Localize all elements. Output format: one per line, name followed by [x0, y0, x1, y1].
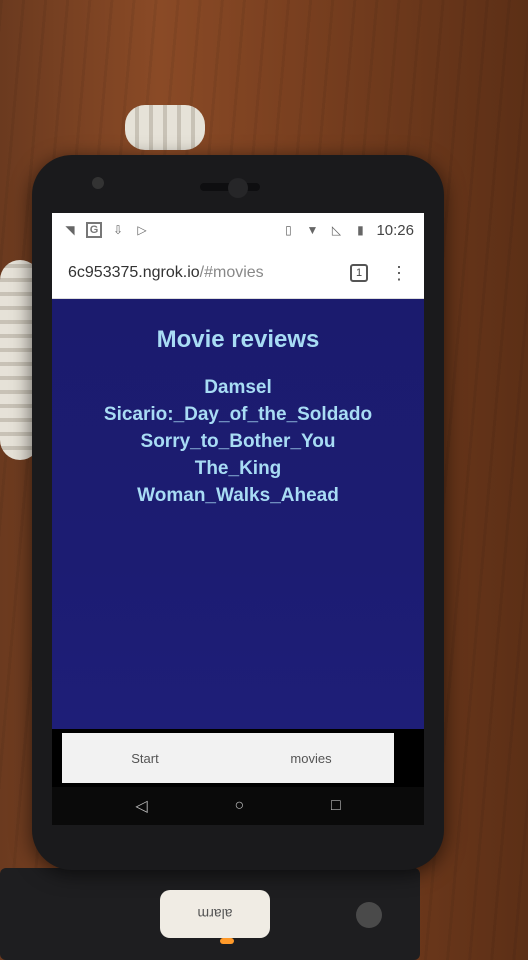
movie-list: Damsel Sicario:_Day_of_the_Soldado Sorry… [52, 374, 424, 509]
status-right-icons: ▯ ▼ ◺ ▮ 10:26 [280, 222, 414, 239]
play-store-icon: ▷ [137, 223, 147, 237]
nav-movies-button[interactable]: movies [228, 751, 394, 766]
phone-sensor [92, 177, 104, 189]
page-title: Movie reviews [156, 326, 320, 353]
recents-icon[interactable]: □ [331, 797, 341, 815]
download-icon: ⇩ [112, 223, 124, 237]
browser-menu-icon[interactable]: ⋮ [390, 264, 408, 282]
coiled-cable-top [125, 105, 205, 150]
status-left-icons: ◥ G ⇩ ▷ [62, 222, 150, 238]
page-content: Movie reviews Damsel Sicario:_Day_of_the… [52, 299, 424, 729]
vibrate-icon: ▯ [285, 223, 292, 237]
tab-switcher-button[interactable]: 1 [350, 263, 368, 282]
url-path: /#movies [199, 263, 264, 281]
movie-item[interactable]: Sorry_to_Bother_You [52, 428, 424, 455]
android-nav-bar: ◁ ○ □ [52, 787, 424, 825]
phone-screen: ◥ G ⇩ ▷ ▯ ▼ ◺ ▮ 10:26 6c953375.ngrok.io/… [52, 213, 424, 825]
back-icon[interactable]: ◁ [135, 796, 147, 816]
movie-item[interactable]: Damsel [52, 374, 424, 401]
web-bottom-nav: Start movies [62, 733, 394, 783]
wifi-icon: ▼ [306, 223, 319, 237]
status-bar: ◥ G ⇩ ▷ ▯ ▼ ◺ ▮ 10:26 [52, 213, 424, 247]
alarm-led [220, 938, 234, 944]
movie-item[interactable]: Woman_Walks_Ahead [52, 482, 424, 509]
browser-url-bar[interactable]: 6c953375.ngrok.io/#movies 1 ⋮ [52, 247, 424, 299]
url-text[interactable]: 6c953375.ngrok.io/#movies [68, 264, 350, 282]
no-signal-icon: ◺ [331, 223, 342, 237]
dock-screw [356, 902, 382, 928]
status-time: 10:26 [376, 221, 414, 239]
home-icon[interactable]: ○ [234, 797, 244, 815]
movie-item[interactable]: The_King [52, 455, 424, 482]
battery-charging-icon: ▮ [357, 223, 364, 237]
nav-start-button[interactable]: Start [62, 751, 228, 766]
google-icon: G [86, 222, 102, 238]
front-camera [228, 178, 248, 198]
wifi-question-icon: ◥ [65, 223, 75, 237]
url-host: 6c953375.ngrok.io [68, 263, 200, 281]
movie-item[interactable]: Sicario:_Day_of_the_Soldado [52, 401, 424, 428]
alarm-sensor-label: alarm [160, 890, 270, 938]
